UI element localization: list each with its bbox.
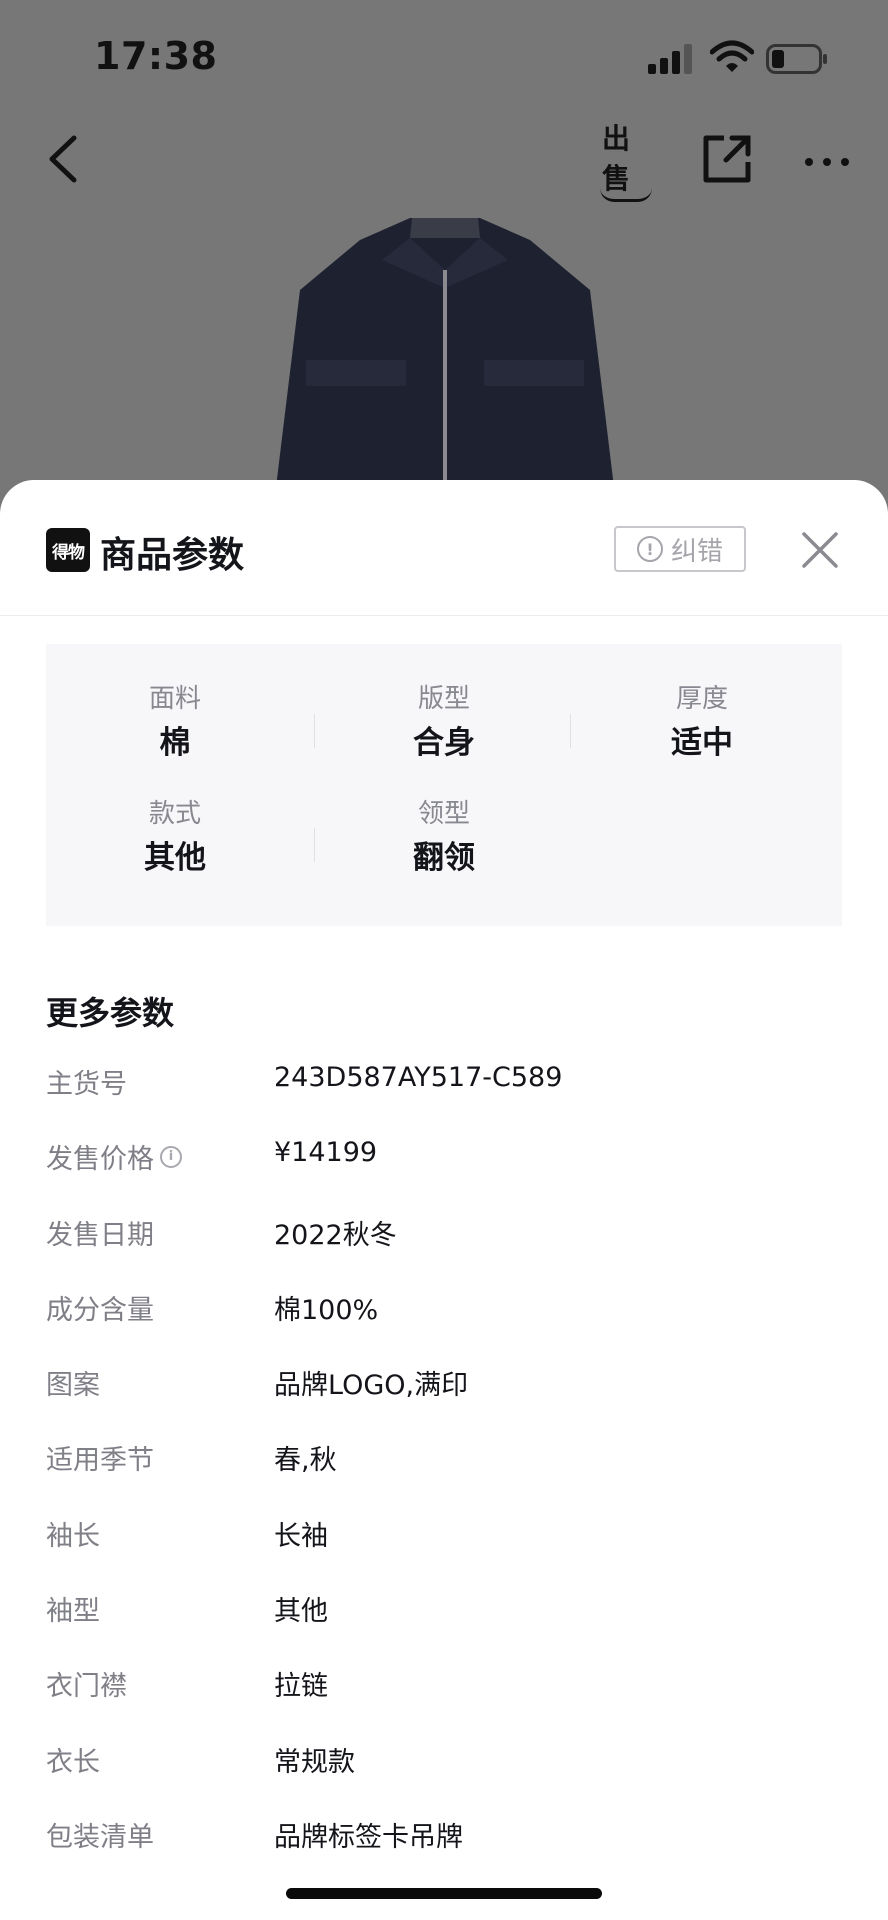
info-icon[interactable]: i [160,1145,182,1168]
param-row-value: 长袖 [274,1520,328,1552]
param-row-label-text: 图案 [46,1370,100,1402]
param-row-label-text: 包装清单 [46,1821,154,1853]
param-item: 面料 棉 [46,682,304,766]
exclamation-circle-icon: ! [636,536,663,562]
param-divider [570,714,571,748]
param-row: 适用季节 春,秋 [46,1426,846,1501]
param-row: 图案 品牌LOGO,满印 [46,1351,846,1426]
param-value: 其他 [144,840,206,876]
param-row: 成分含量 棉100% [46,1276,846,1351]
param-row-label-text: 主货号 [46,1069,127,1100]
param-row-label: 发售价格 i [46,1137,182,1176]
sell-button[interactable]: 出售 [600,122,652,202]
share-icon[interactable] [700,132,754,186]
param-value: 翻领 [413,840,475,876]
param-row-value: 2022秋冬 [274,1219,397,1251]
param-row: 发售价格 i ¥14199 [46,1125,846,1200]
param-label: 厚度 [675,684,728,714]
wifi-icon [710,40,754,72]
param-value: 适中 [671,725,733,761]
correct-error-label: 纠错 [670,536,723,567]
param-value: 合身 [413,725,475,761]
battery-icon [766,44,827,74]
param-row-value: 春,秋 [274,1445,337,1477]
param-row-label: 适用季节 [46,1438,154,1477]
sheet-header: 得物 商品参数 ! 纠错 [0,480,888,616]
sheet-title: 商品参数 [100,535,245,576]
param-row-label-text: 衣长 [46,1746,100,1778]
param-row: 袖长 长袖 [46,1502,846,1577]
param-row: 发售日期 2022秋冬 [46,1201,846,1276]
param-row-label: 发售日期 [46,1213,154,1252]
top-nav: 出售 [0,122,888,202]
param-row: 衣长 常规款 [46,1728,846,1803]
correct-error-button[interactable]: ! 纠错 [614,526,746,572]
param-row-value: 品牌LOGO,满印 [274,1370,469,1402]
param-row: 包装清单 品牌标签卡吊牌 [46,1803,846,1878]
status-time: 17:38 [94,34,218,78]
param-row-value: 243D587AY517-C589 [274,1062,563,1093]
param-row-label: 包装清单 [46,1815,154,1854]
param-row-label: 袖长 [46,1514,100,1553]
param-label: 版型 [417,684,470,714]
param-row-label-text: 袖长 [46,1520,100,1552]
key-params-grid: 面料 棉 版型 合身 厚度 适中 款式 其他 领型 翻领 [46,644,842,926]
param-item: 厚度 适中 [573,682,831,766]
more-dots-icon[interactable] [800,132,854,186]
param-row-label-text: 成分含量 [46,1294,154,1326]
param-row-label: 衣门襟 [46,1664,127,1703]
param-row-value: 其他 [274,1596,328,1628]
cellular-signal-icon [648,44,692,74]
status-bar: 17:38 [0,0,888,110]
param-row-label: 主货号 [46,1062,127,1101]
param-row-label-text: 发售价格 [46,1144,154,1176]
param-row: 衣门襟 拉链 [46,1652,846,1727]
param-row-label: 成分含量 [46,1288,154,1327]
product-jacket-image [272,218,618,520]
param-row-value: 拉链 [274,1671,328,1703]
more-params-title: 更多参数 [46,994,175,1032]
param-label: 面料 [148,684,201,714]
param-row-label-text: 适用季节 [46,1445,154,1477]
param-row-label: 衣长 [46,1740,100,1779]
product-params-sheet: 得物 商品参数 ! 纠错 面料 棉 版型 合身 厚度 适中 款式 其他 领型 翻… [0,480,888,1920]
param-row-label-text: 发售日期 [46,1219,154,1251]
param-row-value: 品牌标签卡吊牌 [274,1821,463,1853]
param-row-label-text: 袖型 [46,1596,100,1628]
param-row-label-text: 衣门襟 [46,1671,127,1703]
param-item: 款式 其他 [46,797,304,881]
param-row: 主货号 243D587AY517-C589 [46,1050,846,1125]
dewu-logo: 得物 [46,528,90,572]
param-row-value: ¥14199 [274,1137,378,1169]
param-item: 版型 合身 [315,682,573,766]
param-label: 款式 [148,799,201,829]
param-item: 领型 翻领 [315,797,573,881]
param-label: 领型 [417,799,470,829]
param-row-label: 袖型 [46,1589,100,1628]
product-page-background: 17:38 出售 [0,0,888,520]
home-indicator[interactable] [286,1888,602,1899]
chevron-left-icon[interactable] [40,132,90,186]
param-row-value: 常规款 [274,1746,355,1778]
param-value: 棉 [159,725,191,761]
param-row-label: 图案 [46,1363,100,1402]
param-row-value: 棉100% [274,1294,379,1326]
close-icon[interactable] [800,530,840,570]
more-params-list: 主货号 243D587AY517-C589 发售价格 i ¥14199 发售日期… [46,1050,846,1878]
param-row: 袖型 其他 [46,1577,846,1652]
sell-label: 出售 [600,117,652,202]
